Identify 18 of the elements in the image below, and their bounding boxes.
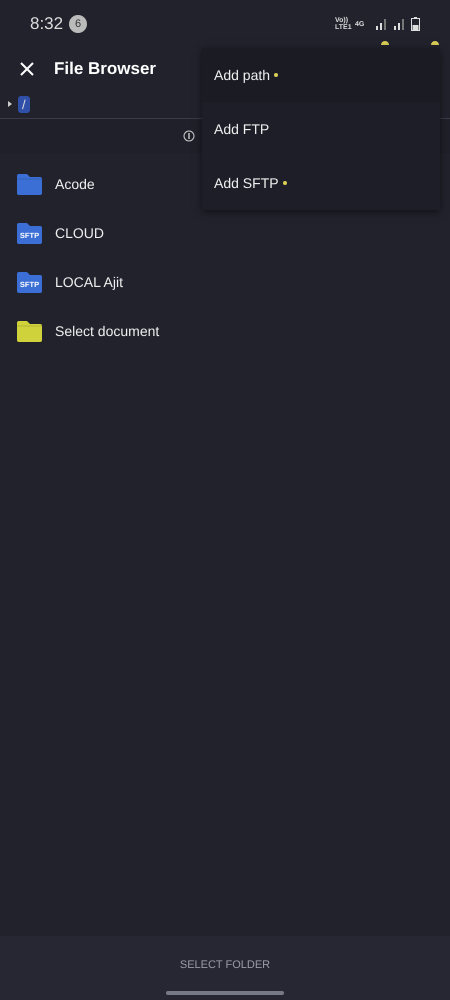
caret-icon [8,101,12,107]
notification-count: 6 [69,15,88,33]
signal-icon [393,18,405,30]
select-folder-button[interactable]: SELECT FOLDER [174,957,276,973]
clock: 8:32 [30,14,64,34]
menu-item[interactable]: Add path [214,67,270,83]
file-item[interactable]: Select document [55,322,160,338]
info-icon [183,130,195,142]
screen-title: File Browser [54,59,156,79]
close-icon[interactable] [20,62,34,76]
menu-item[interactable]: Add SFTP [214,175,279,191]
file-item[interactable]: CLOUD [55,224,104,240]
menu-item[interactable]: Add FTP [214,121,270,137]
file-item[interactable]: Acode [55,176,95,192]
path-crumb[interactable]: / [18,96,30,112]
signal-icon [375,18,387,30]
file-item[interactable]: LOCAL Ajit [55,274,123,290]
battery-icon [411,17,420,31]
